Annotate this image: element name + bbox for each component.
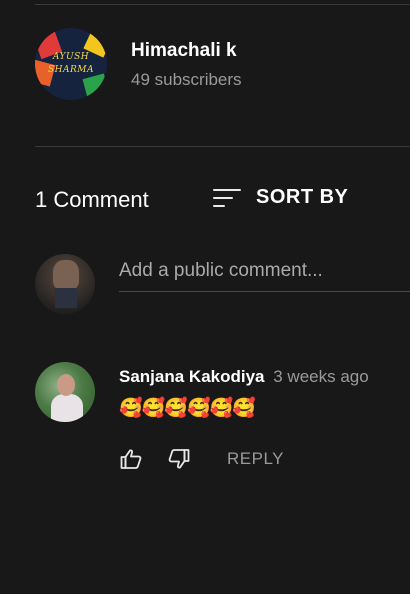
add-comment-row: Add a public comment...	[35, 254, 410, 314]
section-divider	[35, 146, 410, 147]
comment-count: 1 Comment	[35, 187, 149, 212]
channel-avatar[interactable]: AYUSH SHARMA	[35, 28, 107, 100]
add-comment-input[interactable]: Add a public comment...	[119, 258, 410, 292]
comments-header: 1 Comment SORT BY	[35, 186, 410, 216]
comments-page: AYUSH SHARMA Himachali k 49 subscribers …	[0, 0, 410, 594]
channel-logo-text-1: AYUSH	[52, 52, 90, 62]
channel-logo-text-2: SHARMA	[47, 65, 94, 75]
reply-button[interactable]: REPLY	[227, 449, 284, 469]
sort-button[interactable]: SORT BY	[213, 186, 348, 209]
commenter-avatar[interactable]	[35, 362, 95, 422]
top-divider	[35, 4, 410, 5]
comment-body: Sanjana Kakodiya 3 weeks ago 🥰🥰🥰🥰🥰🥰	[119, 366, 410, 421]
channel-info: Himachali k 49 subscribers	[131, 39, 242, 90]
comment-actions: REPLY	[119, 446, 284, 472]
comment-author[interactable]: Sanjana Kakodiya	[119, 367, 265, 386]
comment-meta: Sanjana Kakodiya 3 weeks ago	[119, 366, 410, 388]
channel-row[interactable]: AYUSH SHARMA Himachali k 49 subscribers	[35, 28, 242, 100]
channel-name[interactable]: Himachali k	[131, 39, 242, 63]
thumbs-up-icon[interactable]	[119, 447, 143, 471]
current-user-avatar	[35, 254, 95, 314]
subscriber-count: 49 subscribers	[131, 69, 242, 89]
comment-timestamp: 3 weeks ago	[273, 367, 369, 386]
sort-label: SORT BY	[256, 186, 349, 208]
comment-text: 🥰🥰🥰🥰🥰🥰	[119, 398, 256, 419]
thumbs-down-icon[interactable]	[167, 447, 191, 471]
sort-icon	[213, 187, 241, 209]
